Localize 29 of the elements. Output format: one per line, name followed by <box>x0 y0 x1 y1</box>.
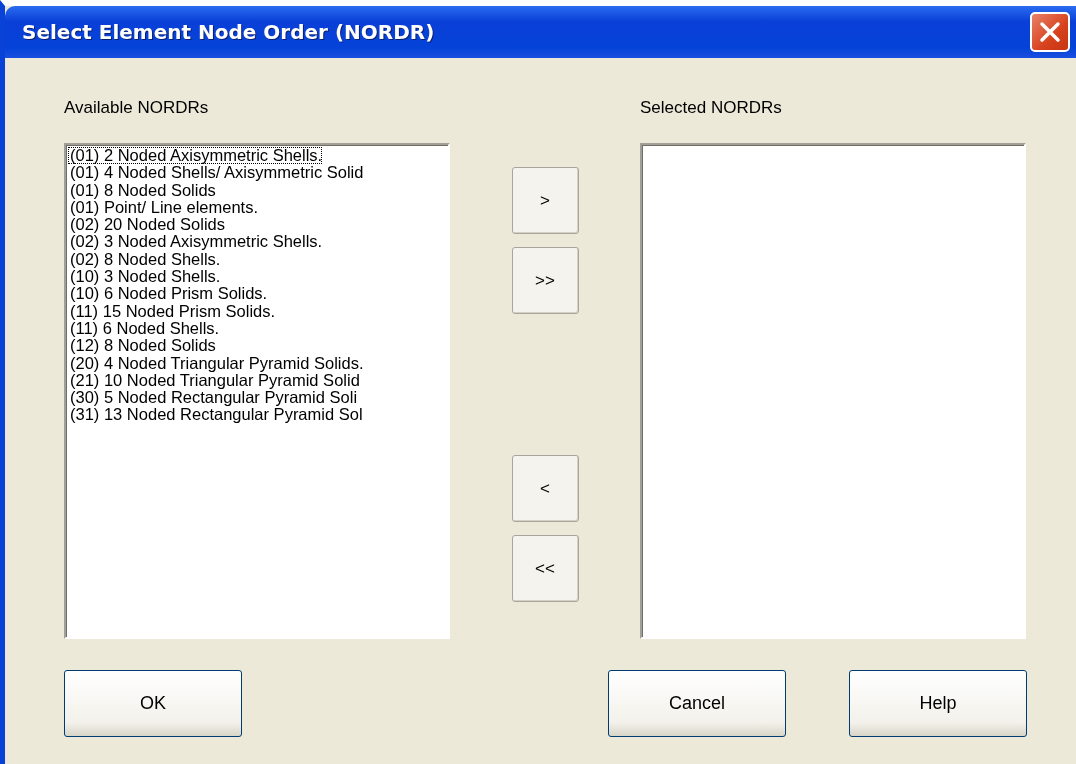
list-item[interactable]: (30) 5 Noded Rectangular Pyramid Soli <box>68 389 358 407</box>
close-icon <box>1039 21 1061 43</box>
list-label: Selected NORDRs <box>640 98 783 118</box>
list-item[interactable]: (02) 20 Noded Solids <box>68 216 225 234</box>
list-label: Available NORDRs <box>64 98 210 118</box>
move-button[interactable]: > <box>511 167 579 234</box>
list-item[interactable]: (11) 6 Noded Shells. <box>68 319 220 338</box>
list-item[interactable]: (10) 3 Noded Shells. <box>68 268 221 286</box>
list-item[interactable]: (10) 6 Noded Prism Solids. <box>68 285 268 303</box>
list-item[interactable]: (01) 4 Noded Shells/ Axisymmetric Solid <box>68 164 364 182</box>
list-item[interactable]: (02) 8 Noded Shells. <box>68 250 221 269</box>
dialog-button[interactable]: OK <box>64 670 242 737</box>
move-button[interactable]: < <box>511 455 579 522</box>
move-button[interactable]: >> <box>511 247 579 314</box>
list-item[interactable]: (01) 8 Noded Solids <box>68 181 216 199</box>
list-item[interactable]: (21) 10 Noded Triangular Pyramid Solid <box>68 371 360 390</box>
list-item[interactable]: (11) 15 Noded Prism Solids. <box>68 302 276 320</box>
dialog-button[interactable]: Cancel <box>608 670 786 737</box>
list-item[interactable]: (31) 13 Noded Rectangular Pyramid Sol <box>68 406 363 424</box>
window-title: Select Element Node Order (NORDR) <box>22 20 435 44</box>
list-item[interactable]: (01) Point/ Line elements. <box>68 198 259 217</box>
list-item[interactable]: (20) 4 Noded Triangular Pyramid Solids. <box>68 354 364 372</box>
list-item[interactable]: (12) 8 Noded Solids <box>68 337 216 355</box>
move-button[interactable]: << <box>511 535 579 602</box>
close-button[interactable] <box>1030 12 1070 52</box>
list-item[interactable]: (02) 3 Noded Axisymmetric Shells. <box>68 233 323 251</box>
dialog-button[interactable]: Help <box>849 670 1027 737</box>
list-item[interactable]: (01) 2 Noded Axisymmetric Shells. <box>68 147 323 165</box>
available-list[interactable] <box>64 143 450 639</box>
